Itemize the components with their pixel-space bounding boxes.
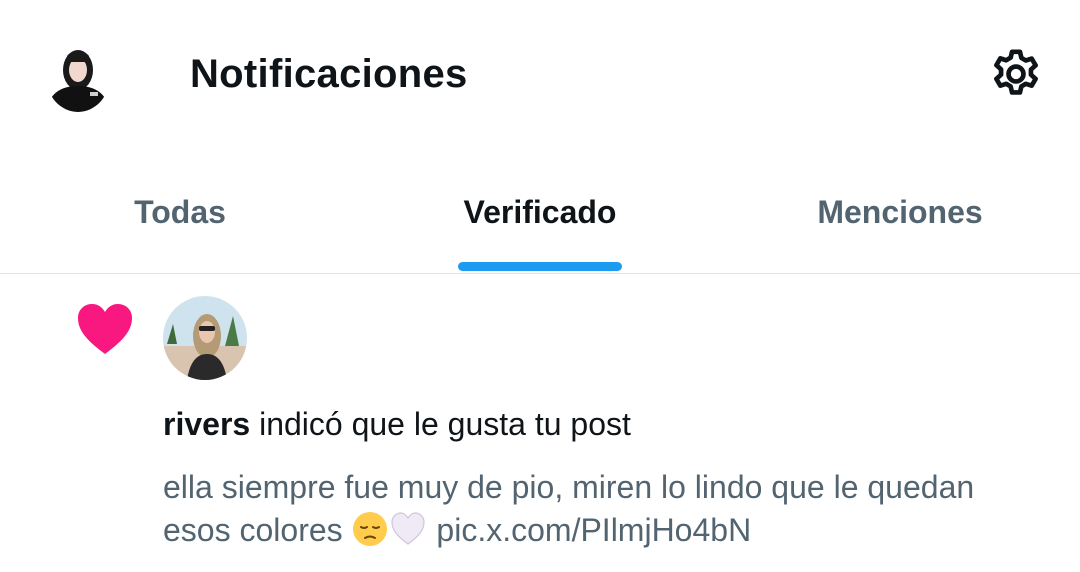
top-app-bar: Notificaciones bbox=[0, 0, 1080, 150]
settings-button[interactable] bbox=[986, 44, 1046, 104]
tab-verificado[interactable]: Verificado bbox=[360, 150, 720, 273]
white-heart-emoji-icon bbox=[390, 512, 425, 545]
tab-label: Todas bbox=[134, 194, 226, 230]
tab-todas[interactable]: Todas bbox=[0, 150, 360, 273]
user-avatar-icon bbox=[46, 50, 110, 112]
active-tab-indicator bbox=[458, 262, 622, 271]
page-title: Notificaciones bbox=[190, 52, 468, 96]
profile-avatar[interactable] bbox=[46, 40, 110, 112]
tab-bar: Todas Verificado Menciones bbox=[0, 150, 1080, 274]
gear-icon bbox=[994, 49, 1038, 95]
post-preview: ella siempre fue muy de pio, miren lo li… bbox=[163, 466, 1043, 552]
tab-label: Verificado bbox=[463, 194, 617, 230]
user-photo-icon bbox=[163, 296, 247, 380]
tab-label: Menciones bbox=[817, 194, 983, 230]
pensive-face-emoji-icon bbox=[352, 512, 387, 546]
notification-title: rivers indicó que le gusta tu post bbox=[163, 406, 631, 443]
media-link[interactable]: pic.x.com/PIlmjHo4bN bbox=[436, 512, 751, 548]
username-link[interactable]: rivers bbox=[163, 406, 250, 442]
action-text: indicó que le gusta tu post bbox=[250, 406, 631, 442]
tab-menciones[interactable]: Menciones bbox=[720, 150, 1080, 273]
liker-avatar[interactable] bbox=[163, 296, 247, 380]
heart-icon bbox=[76, 302, 134, 356]
